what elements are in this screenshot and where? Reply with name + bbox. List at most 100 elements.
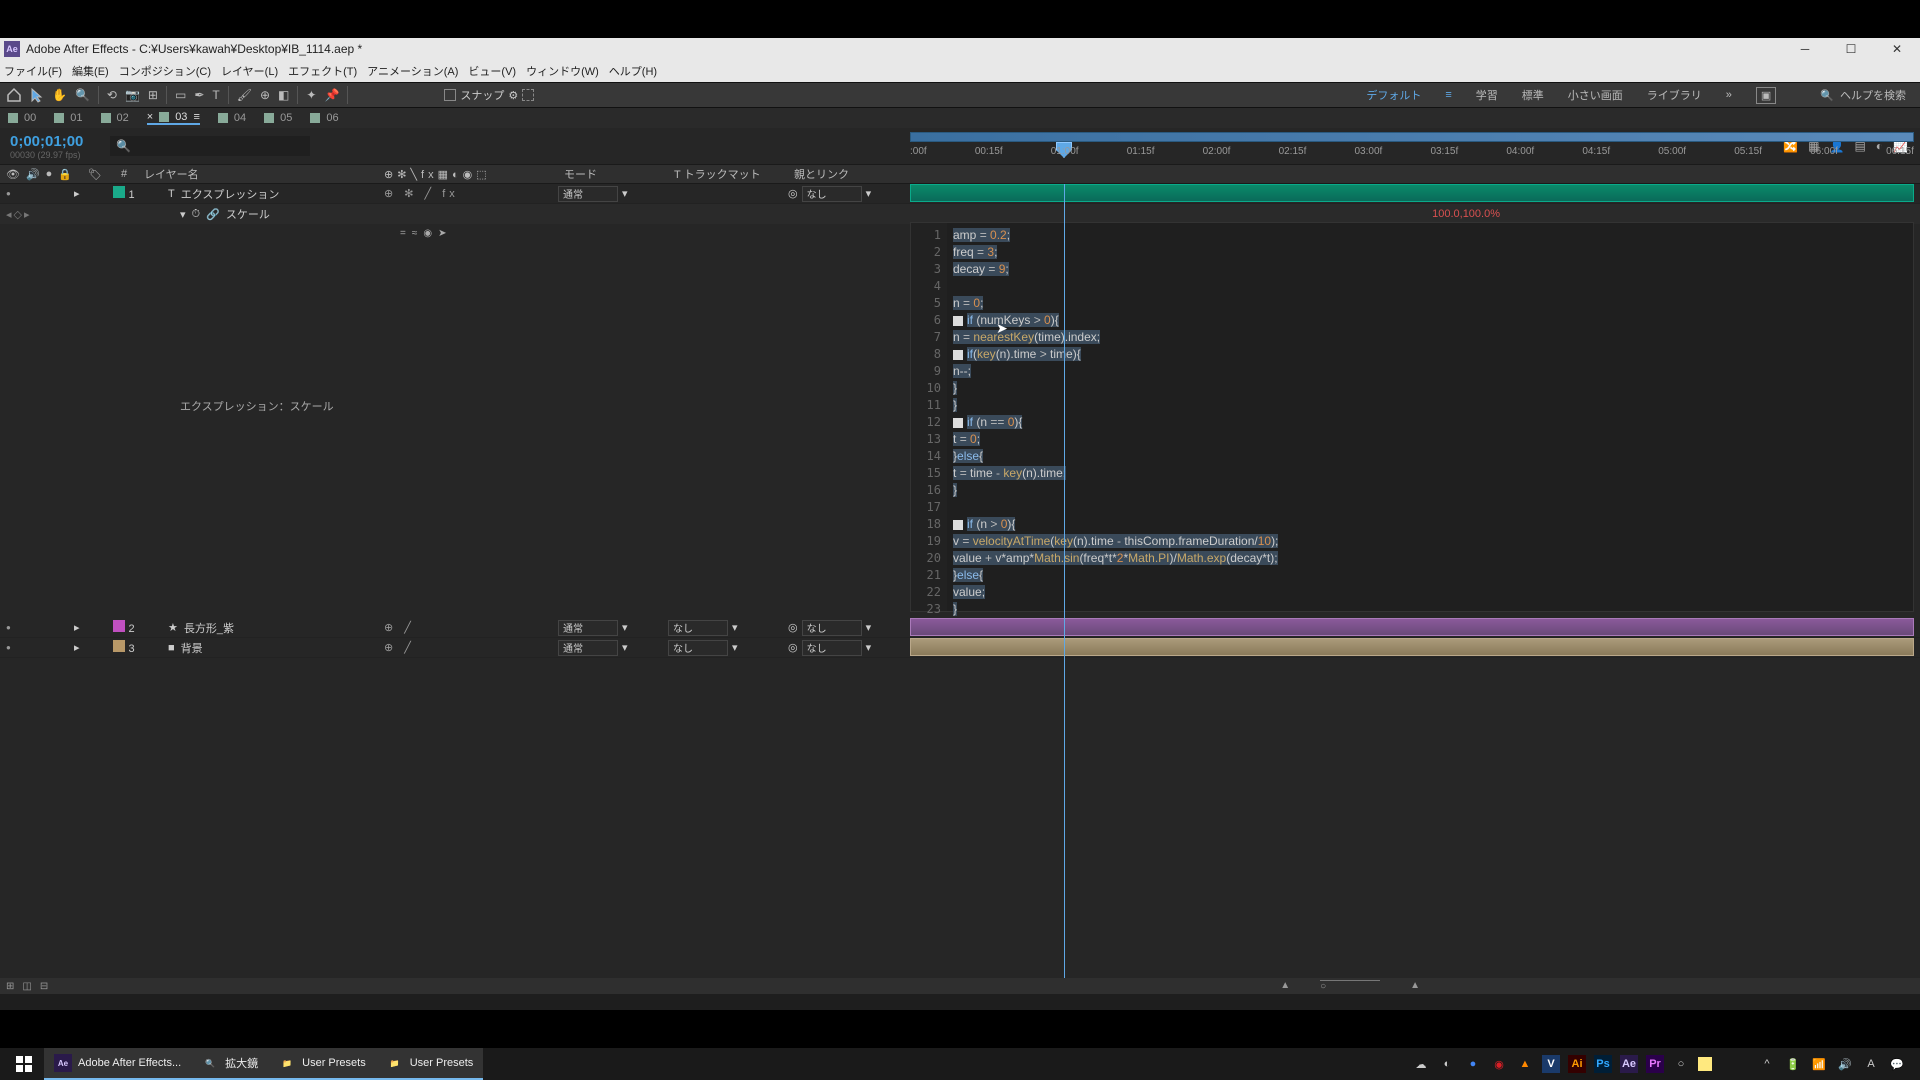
notifications-icon[interactable]: 💬 — [1888, 1055, 1906, 1073]
snap-options-icon[interactable]: ⚙ — [508, 89, 518, 102]
comp-tab-00[interactable]: 00 — [8, 112, 36, 124]
tray-icon[interactable]: ◐ — [1438, 1055, 1456, 1073]
visibility-toggle[interactable] — [6, 621, 20, 635]
wifi-icon[interactable]: 📶 — [1810, 1055, 1828, 1073]
mode-dropdown[interactable]: 通常 — [558, 620, 618, 636]
vscode-icon[interactable]: V — [1542, 1055, 1560, 1073]
comp-tab-06[interactable]: 06 — [310, 112, 338, 124]
pickwhip-icon[interactable]: ◎ — [788, 621, 798, 634]
snap-toggle[interactable]: スナップ ⚙ — [444, 87, 534, 103]
pan-behind-icon[interactable]: ⊞ — [148, 88, 158, 102]
workspace-small[interactable]: 小さい画面 — [1568, 87, 1623, 103]
workspace-panel-icon[interactable]: ▣ — [1756, 87, 1776, 104]
lock-col-icon[interactable]: 🔒 — [58, 168, 72, 181]
track-dropdown[interactable]: なし — [668, 620, 728, 636]
menu-effect[interactable]: エフェクト(T) — [288, 63, 357, 79]
tray-expand-icon[interactable]: ^ — [1758, 1055, 1776, 1073]
chrome-icon[interactable]: ● — [1464, 1055, 1482, 1073]
menu-layer[interactable]: レイヤー(L) — [221, 63, 278, 79]
zoom-slider[interactable]: ○ — [1320, 980, 1380, 992]
zoom-out-icon[interactable]: ▲ — [1280, 980, 1290, 992]
layer-bar[interactable] — [910, 184, 1914, 202]
tray-icon[interactable]: ☁ — [1412, 1055, 1430, 1073]
timeline-search[interactable]: 🔍 — [110, 136, 310, 156]
workspace-default[interactable]: デフォルト — [1366, 87, 1421, 103]
comp-tab-05[interactable]: 05 — [264, 112, 292, 124]
hand-tool-icon[interactable]: ✋ — [52, 88, 67, 102]
add-keyframe-icon[interactable]: ◇ — [14, 208, 22, 221]
toggle-modes-icon[interactable]: ◫ — [22, 981, 31, 992]
current-timecode[interactable]: 0;00;01;00 — [10, 133, 110, 150]
text-tool-icon[interactable]: T — [212, 88, 219, 102]
taskbar-item-presets1[interactable]: 📁 User Presets — [268, 1048, 376, 1080]
solo-col-icon[interactable]: ● — [46, 168, 53, 181]
parent-dropdown[interactable]: なし — [802, 640, 862, 656]
expr-graph-icon[interactable]: ≈ — [412, 228, 418, 239]
label-col-icon[interactable]: 🏷 — [88, 168, 102, 181]
taskbar-item-presets2[interactable]: 📁 User Presets — [376, 1048, 484, 1080]
puppet-tool-icon[interactable]: 📌 — [324, 88, 339, 102]
comp-tab-01[interactable]: 01 — [54, 112, 82, 124]
menu-edit[interactable]: 編集(E) — [72, 63, 109, 79]
pen-tool-icon[interactable]: ✒ — [194, 88, 204, 102]
help-search[interactable]: 🔍 ヘルプを検索 — [1820, 87, 1906, 103]
expr-enable-icon[interactable]: = — [400, 228, 406, 239]
taskbar-item-magnifier[interactable]: 🔍 拡大鏡 — [191, 1048, 268, 1080]
playhead-line[interactable] — [1064, 184, 1065, 994]
brush-tool-icon[interactable]: 🖌 — [237, 88, 252, 102]
mode-dropdown[interactable]: 通常 — [558, 186, 618, 202]
expr-language-icon[interactable]: ➤ — [438, 228, 446, 239]
comp-tab-02[interactable]: 02 — [101, 112, 129, 124]
ps-icon[interactable]: Ps — [1594, 1055, 1612, 1073]
volume-icon[interactable]: 🔊 — [1836, 1055, 1854, 1073]
battery-icon[interactable]: 🔋 — [1784, 1055, 1802, 1073]
tray-note-icon[interactable] — [1698, 1057, 1712, 1071]
cc-icon[interactable]: ◉ — [1490, 1055, 1508, 1073]
workspace-learn[interactable]: 学習 — [1476, 87, 1498, 103]
tray-icon[interactable]: ▲ — [1516, 1055, 1534, 1073]
ai-icon[interactable]: Ai — [1568, 1055, 1586, 1073]
menu-file[interactable]: ファイル(F) — [4, 63, 62, 79]
toggle-switches-icon[interactable]: ⊞ — [6, 981, 14, 992]
layer-bar[interactable] — [910, 618, 1914, 636]
close-tab-icon[interactable]: × — [147, 111, 153, 123]
rect-tool-icon[interactable]: ▭ — [175, 88, 186, 102]
minimize-button[interactable]: ─ — [1782, 38, 1828, 60]
menu-anim[interactable]: アニメーション(A) — [367, 63, 458, 79]
workspace-library[interactable]: ライブラリ — [1647, 87, 1702, 103]
menu-comp[interactable]: コンポジション(C) — [119, 63, 211, 79]
timeline-body[interactable] — [910, 184, 1914, 994]
home-icon[interactable] — [6, 87, 22, 103]
menu-help[interactable]: ヘルプ(H) — [609, 63, 657, 79]
zoom-tool-icon[interactable]: 🔍 — [75, 88, 90, 102]
comp-tab-03[interactable]: ×03≡ — [147, 111, 200, 125]
pr-icon[interactable]: Pr — [1646, 1055, 1664, 1073]
pickwhip-icon[interactable]: ◎ — [788, 641, 798, 654]
zoom-in-icon[interactable]: ▲ — [1410, 980, 1420, 992]
camera-tool-icon[interactable]: 📷 — [125, 88, 140, 102]
parent-dropdown[interactable]: なし — [802, 620, 862, 636]
taskbar-item-ae[interactable]: Ae Adobe After Effects... — [44, 1048, 191, 1080]
workspace-menu-icon[interactable]: ≡ — [1445, 89, 1451, 101]
layer-bar[interactable] — [910, 638, 1914, 656]
close-button[interactable]: ✕ — [1874, 38, 1920, 60]
clone-tool-icon[interactable]: ⊕ — [260, 88, 270, 102]
maximize-button[interactable]: ☐ — [1828, 38, 1874, 60]
mode-dropdown[interactable]: 通常 — [558, 640, 618, 656]
toggle-inpoint-icon[interactable]: ⊟ — [40, 981, 48, 992]
eraser-tool-icon[interactable]: ◧ — [278, 88, 289, 102]
scale-link-icon[interactable]: 🔗 — [206, 208, 220, 221]
menu-view[interactable]: ビュー(V) — [468, 63, 516, 79]
orbit-tool-icon[interactable]: ⟲ — [107, 88, 117, 102]
start-button[interactable] — [4, 1048, 44, 1080]
tray-icon[interactable]: ○ — [1672, 1055, 1690, 1073]
roto-tool-icon[interactable]: ✦ — [306, 88, 316, 102]
ime-icon[interactable]: A — [1862, 1055, 1880, 1073]
expr-pickwhip-icon[interactable]: ◉ — [423, 228, 432, 239]
prev-keyframe-icon[interactable]: ◂ — [6, 208, 12, 221]
selection-tool-icon[interactable] — [30, 87, 44, 103]
workspace-standard[interactable]: 標準 — [1522, 87, 1544, 103]
visibility-toggle[interactable] — [6, 641, 20, 655]
parent-dropdown[interactable]: なし — [802, 186, 862, 202]
comp-tab-04[interactable]: 04 — [218, 112, 246, 124]
